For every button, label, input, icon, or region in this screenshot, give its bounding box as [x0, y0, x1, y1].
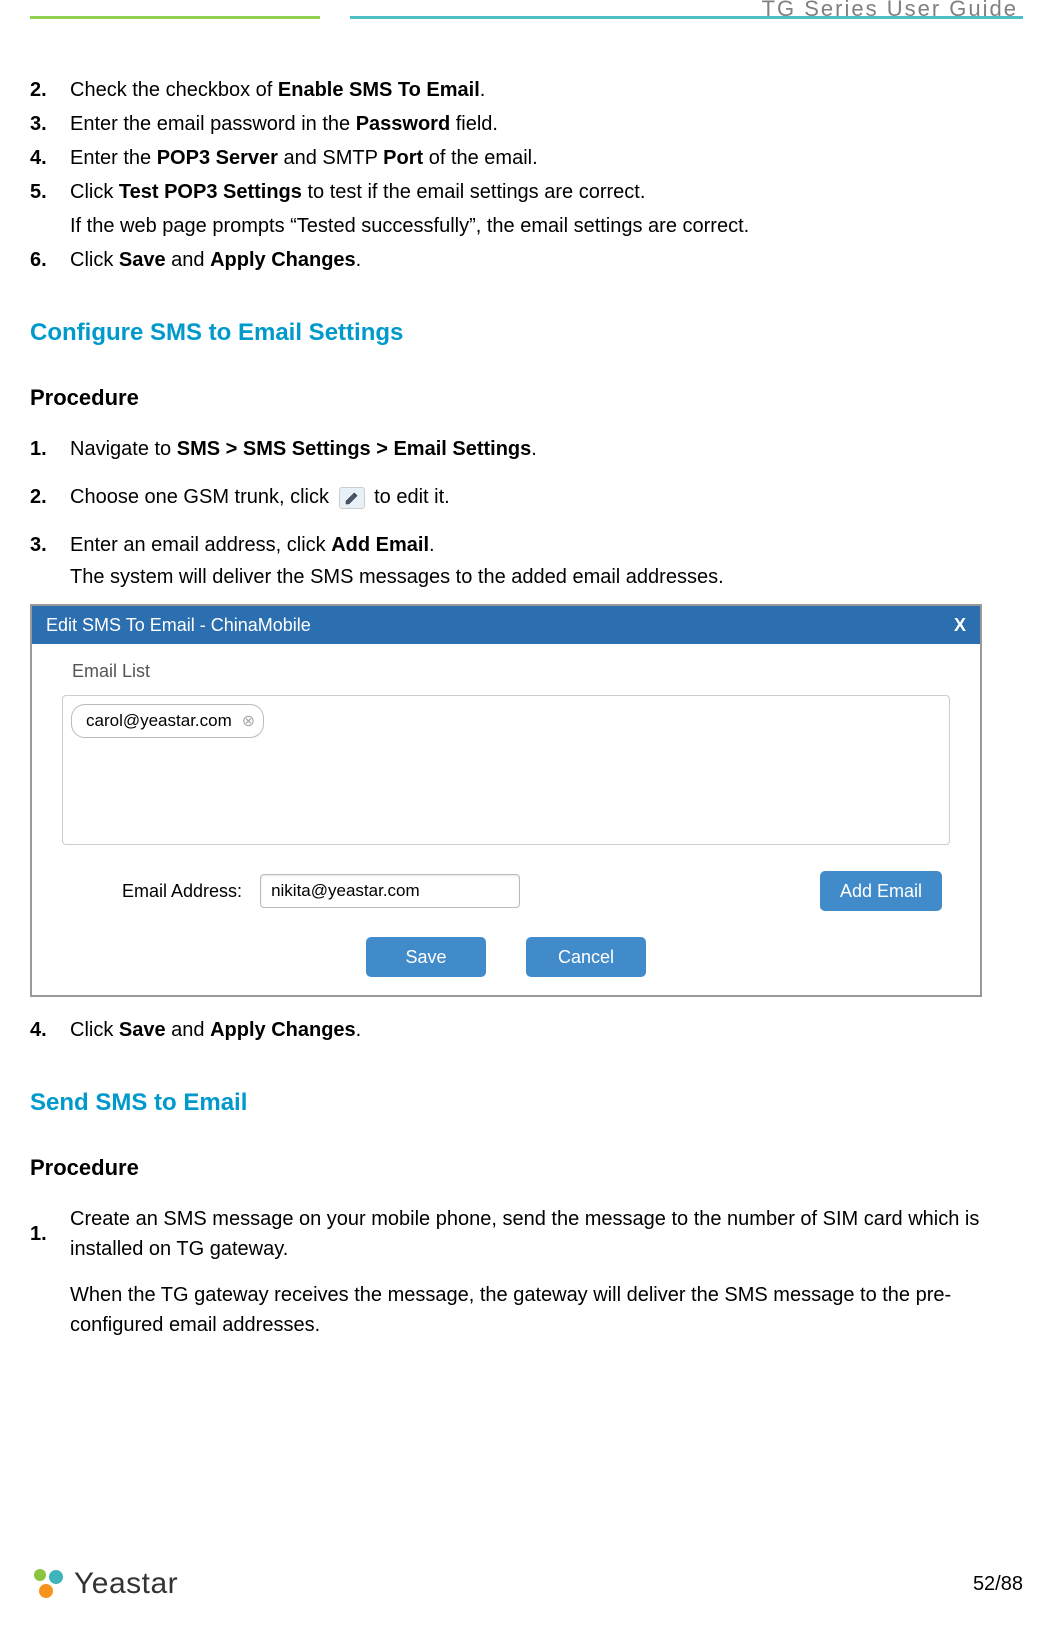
step-4: 4. Enter the POP3 Server and SMTP Port o…: [30, 143, 1023, 173]
step-text: Click Save and Apply Changes.: [70, 245, 1023, 275]
procedure-list-2: 1. Create an SMS message on your mobile …: [30, 1204, 1023, 1340]
step-text: Enter an email address, click Add Email.: [70, 530, 1023, 560]
step-number: 3.: [30, 109, 70, 139]
step-5: 5. Click Test POP3 Settings to test if t…: [30, 177, 1023, 207]
step-1-followup: When the TG gateway receives the message…: [70, 1280, 1023, 1340]
add-email-button[interactable]: Add Email: [820, 871, 942, 911]
step-text: Enter the email password in the Password…: [70, 109, 1023, 139]
document-title: TG Series User Guide: [762, 0, 1018, 25]
email-list-label: Email List: [72, 658, 950, 685]
procedure-heading: Procedure: [30, 381, 1023, 414]
cancel-button[interactable]: Cancel: [526, 937, 646, 977]
proc1-step-2: 2. Choose one GSM trunk, click to edit i…: [30, 482, 1023, 512]
step-text: Create an SMS message on your mobile pho…: [70, 1204, 1023, 1264]
step-number: 2.: [30, 482, 70, 512]
step-number: 4.: [30, 1015, 70, 1045]
step-5-note: If the web page prompts “Tested successf…: [70, 211, 1023, 241]
step-number: 1.: [30, 434, 70, 464]
procedure-heading-2: Procedure: [30, 1151, 1023, 1184]
step-text: Check the checkbox of Enable SMS To Emai…: [70, 75, 1023, 105]
email-address-row: Email Address: Add Email: [62, 871, 950, 911]
proc2-step-1: 1. Create an SMS message on your mobile …: [30, 1204, 1023, 1340]
step-3: 3. Enter the email password in the Passw…: [30, 109, 1023, 139]
yeastar-logo: Yeastar: [30, 1561, 178, 1606]
page-content: 2. Check the checkbox of Enable SMS To E…: [30, 75, 1023, 1358]
email-list-box[interactable]: carol@yeastar.com ⊗: [62, 695, 950, 845]
step-number: 1.: [30, 1219, 70, 1249]
email-address-input[interactable]: [260, 874, 520, 908]
step-number: 2.: [30, 75, 70, 105]
step-text: Click Save and Apply Changes.: [70, 1015, 1023, 1045]
step-6: 6. Click Save and Apply Changes.: [30, 245, 1023, 275]
edit-sms-to-email-dialog: Edit SMS To Email - ChinaMobile X Email …: [30, 604, 982, 997]
procedure-list-1: 1. Navigate to SMS > SMS Settings > Emai…: [30, 434, 1023, 1045]
dialog-titlebar: Edit SMS To Email - ChinaMobile X: [32, 606, 980, 644]
email-pill-value: carol@yeastar.com: [86, 708, 232, 734]
save-button[interactable]: Save: [366, 937, 486, 977]
step-2: 2. Check the checkbox of Enable SMS To E…: [30, 75, 1023, 105]
section-configure-sms-email: Configure SMS to Email Settings: [30, 315, 1023, 351]
step-text: Navigate to SMS > SMS Settings > Email S…: [70, 434, 1023, 464]
step-text: Enter the POP3 Server and SMTP Port of t…: [70, 143, 1023, 173]
proc1-step-1: 1. Navigate to SMS > SMS Settings > Emai…: [30, 434, 1023, 464]
dialog-close-button[interactable]: X: [954, 615, 966, 636]
edit-icon[interactable]: [339, 487, 365, 509]
remove-email-icon[interactable]: ⊗: [242, 711, 255, 731]
step-number: 5.: [30, 177, 70, 207]
email-pill: carol@yeastar.com ⊗: [71, 704, 264, 738]
proc1-step-4: 4. Click Save and Apply Changes.: [30, 1015, 1023, 1045]
step-3-note: The system will deliver the SMS messages…: [70, 562, 1023, 592]
step-number: 4.: [30, 143, 70, 173]
step-number: 6.: [30, 245, 70, 275]
header-accent-green: [30, 16, 320, 19]
continued-steps-list: 2. Check the checkbox of Enable SMS To E…: [30, 75, 1023, 207]
page-footer: Yeastar 52/88: [30, 1561, 1023, 1606]
proc1-step-3: 3. Enter an email address, click Add Ema…: [30, 530, 1023, 997]
continued-steps-list-b: 6. Click Save and Apply Changes.: [30, 245, 1023, 275]
section-send-sms-to-email: Send SMS to Email: [30, 1085, 1023, 1121]
page-number: 52/88: [973, 1569, 1023, 1599]
dialog-buttons: Save Cancel: [62, 937, 950, 977]
dialog-body: Email List carol@yeastar.com ⊗ Email Add…: [32, 644, 980, 995]
page-header: TG Series User Guide: [30, 0, 1023, 35]
step-text: Choose one GSM trunk, click to edit it.: [70, 482, 1023, 512]
email-address-label: Email Address:: [122, 878, 242, 905]
step-text: Click Test POP3 Settings to test if the …: [70, 177, 1023, 207]
yeastar-logo-icon: [30, 1565, 68, 1603]
yeastar-logo-text: Yeastar: [74, 1561, 178, 1606]
step-number: 3.: [30, 530, 70, 560]
dialog-title: Edit SMS To Email - ChinaMobile: [46, 612, 311, 639]
